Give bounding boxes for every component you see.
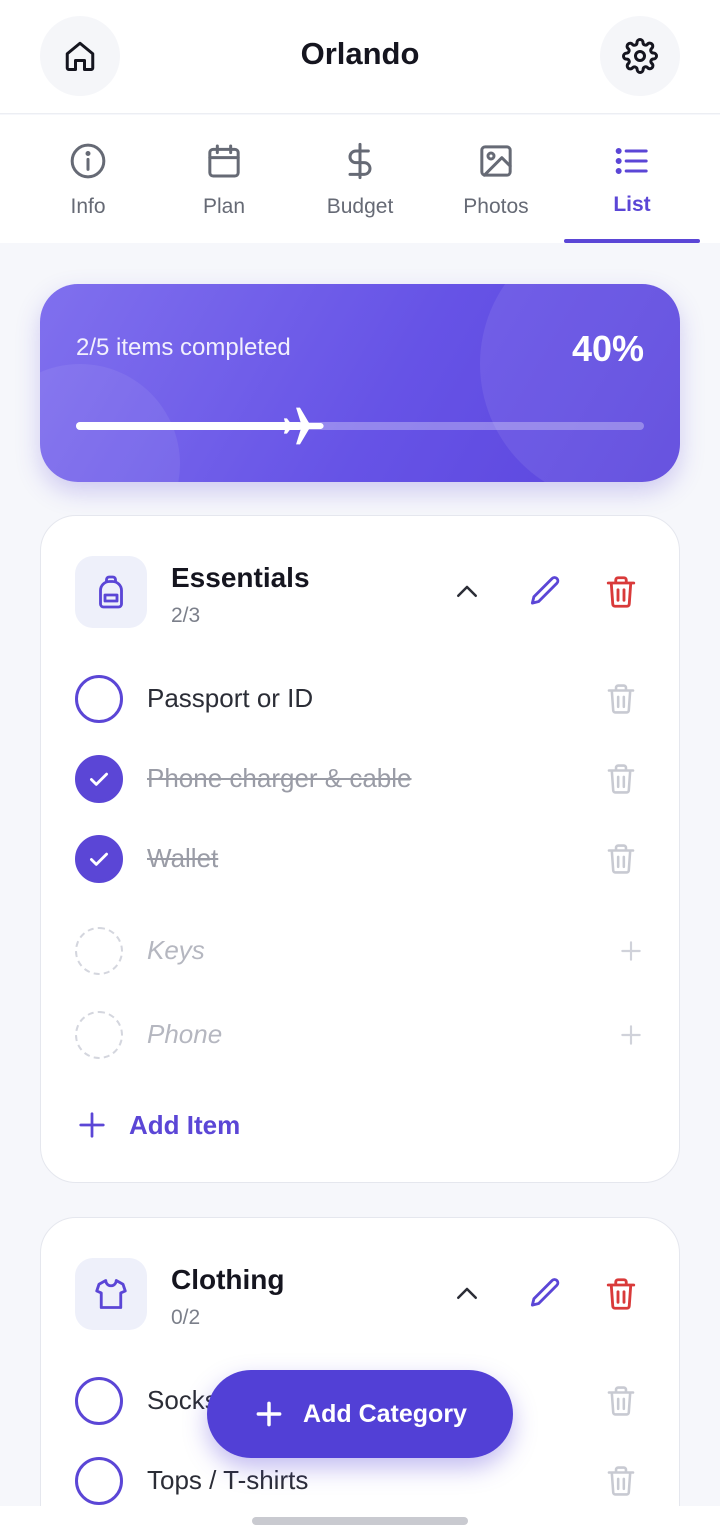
progress-percent: 40%: [571, 328, 644, 369]
progress-fill: [76, 422, 304, 430]
item-checkbox[interactable]: [75, 1377, 123, 1425]
plus-icon: [77, 1110, 107, 1140]
list-item: Phone charger & cable: [41, 749, 679, 809]
category-card-essentials: Essentials 2/3 Passport or ID Phone char: [40, 515, 680, 1183]
item-checkbox[interactable]: [75, 755, 123, 803]
add-category-label: Add Category: [303, 1399, 467, 1428]
tab-list[interactable]: List: [564, 115, 700, 243]
collapse-button[interactable]: [445, 1272, 489, 1316]
tab-label: Budget: [326, 195, 394, 218]
list-item: Passport or ID: [41, 669, 679, 729]
plus-icon: [618, 938, 644, 964]
delete-category-button[interactable]: [599, 570, 643, 614]
delete-category-button[interactable]: [599, 1272, 643, 1316]
add-suggested-item-button[interactable]: [611, 1015, 651, 1055]
item-checkbox[interactable]: [75, 675, 123, 723]
trash-icon: [604, 1384, 638, 1418]
delete-item-button[interactable]: [601, 759, 641, 799]
edit-category-button[interactable]: [523, 570, 567, 614]
suggested-item-placeholder: [75, 927, 123, 975]
category-name: Essentials: [171, 562, 310, 593]
image-icon: [476, 141, 516, 181]
dollar-icon: [340, 141, 380, 181]
shirt-icon: [93, 1276, 129, 1312]
category-count: 0/2: [171, 1306, 201, 1329]
suggested-item-label: Phone: [147, 1019, 223, 1049]
tab-budget[interactable]: Budget: [292, 115, 428, 243]
backpack-icon: [93, 574, 129, 610]
plus-icon: [253, 1398, 285, 1430]
add-item-label: Add Item: [129, 1109, 241, 1140]
home-icon: [62, 38, 98, 74]
delete-item-button[interactable]: [601, 679, 641, 719]
chevron-up-icon: [452, 1279, 482, 1309]
tab-label: Info: [70, 195, 106, 218]
airplane-icon: [277, 400, 329, 452]
gear-icon: [622, 38, 658, 74]
tab-info[interactable]: Info: [20, 115, 156, 243]
app-header: Orlando: [0, 0, 720, 114]
pencil-icon: [526, 573, 564, 611]
trash-icon: [604, 1464, 638, 1498]
list-item: Wallet: [41, 829, 679, 889]
item-checkbox[interactable]: [75, 835, 123, 883]
home-button[interactable]: [40, 16, 120, 96]
suggested-item-placeholder: [75, 1011, 123, 1059]
decorative-circle: [480, 284, 680, 482]
list-item: Tops / T-shirts: [41, 1451, 679, 1511]
list-icon: [612, 141, 652, 181]
tab-photos[interactable]: Photos: [428, 115, 564, 243]
add-suggested-item-button[interactable]: [611, 931, 651, 971]
settings-button[interactable]: [600, 16, 680, 96]
trash-icon: [604, 842, 638, 876]
add-item-button[interactable]: Add Item: [77, 1105, 240, 1145]
home-indicator[interactable]: [252, 1517, 468, 1525]
tab-plan[interactable]: Plan: [156, 115, 292, 243]
tab-label: Photos: [463, 195, 529, 218]
progress-card: 2/5 items completed 40%: [40, 284, 680, 482]
delete-item-button[interactable]: [601, 1381, 641, 1421]
edit-category-button[interactable]: [523, 1272, 567, 1316]
add-category-button[interactable]: Add Category: [207, 1370, 513, 1458]
item-label: Wallet: [147, 843, 219, 873]
info-icon: [68, 141, 108, 181]
item-label: Passport or ID: [147, 683, 314, 713]
trash-icon: [603, 1276, 639, 1312]
category-icon-box: [75, 556, 147, 628]
checkmark-icon: [86, 846, 112, 872]
progress-track: [76, 407, 644, 445]
category-name: Clothing: [171, 1264, 285, 1295]
delete-item-button[interactable]: [601, 839, 641, 879]
pencil-icon: [526, 1275, 564, 1313]
item-checkbox[interactable]: [75, 1457, 123, 1505]
trash-icon: [603, 574, 639, 610]
active-tab-indicator: [564, 239, 700, 243]
tab-label: Plan: [202, 195, 246, 218]
tab-label: List: [613, 193, 651, 216]
checkmark-icon: [86, 766, 112, 792]
category-icon-box: [75, 1258, 147, 1330]
suggested-item-label: Keys: [147, 935, 205, 965]
item-label: Tops / T-shirts: [147, 1465, 309, 1495]
collapse-button[interactable]: [445, 570, 489, 614]
page-title: Orlando: [300, 36, 420, 71]
calendar-icon: [204, 141, 244, 181]
item-label: Phone charger & cable: [147, 763, 412, 793]
suggested-item[interactable]: Phone: [41, 1005, 679, 1065]
suggested-item[interactable]: Keys: [41, 921, 679, 981]
delete-item-button[interactable]: [601, 1461, 641, 1501]
chevron-up-icon: [452, 577, 482, 607]
progress-summary: 2/5 items completed: [76, 334, 291, 361]
category-count: 2/3: [171, 604, 201, 627]
tab-bar: Info Plan Budget Photos List: [0, 115, 720, 243]
plus-icon: [618, 1022, 644, 1048]
trash-icon: [604, 762, 638, 796]
trash-icon: [604, 682, 638, 716]
